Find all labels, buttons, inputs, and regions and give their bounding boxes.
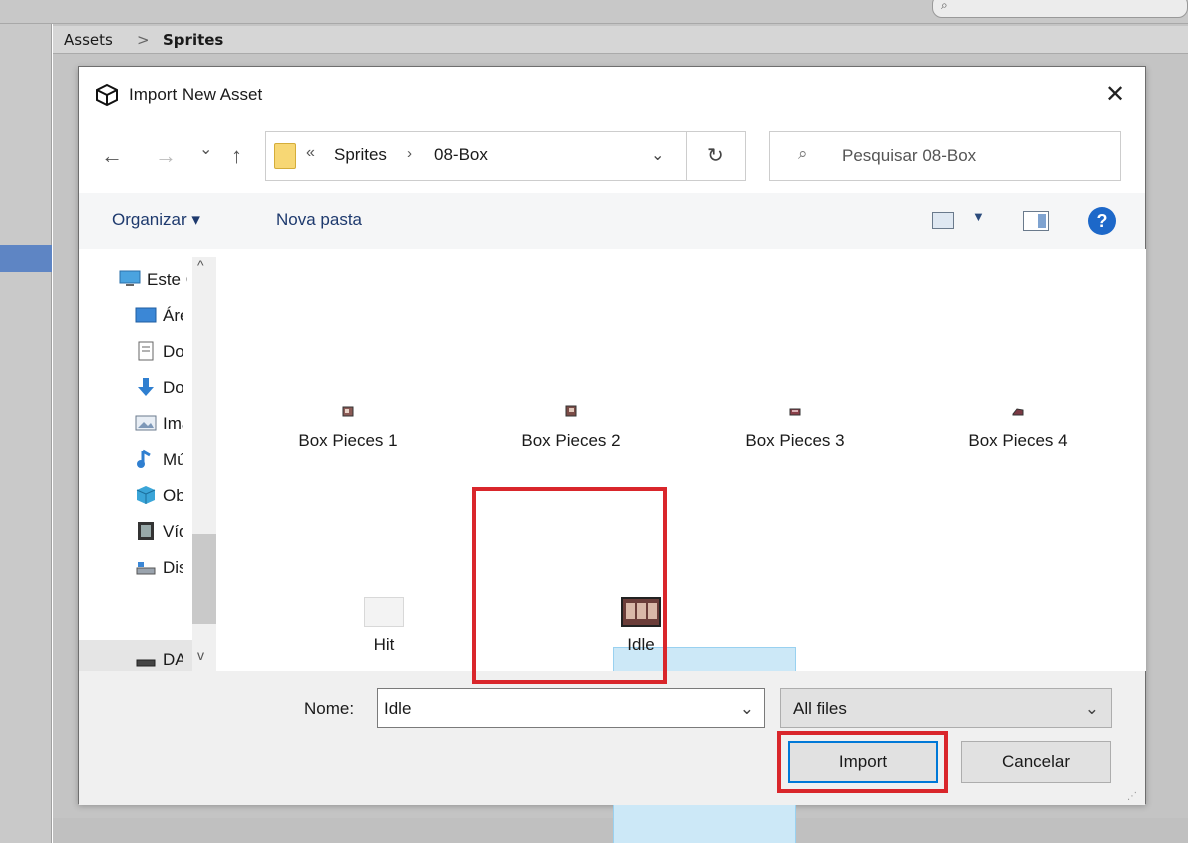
view-options-icon[interactable] — [932, 212, 954, 229]
nav-item-label: DATA — [163, 650, 183, 669]
up-icon[interactable]: ↑ — [231, 143, 242, 169]
preview-pane-icon[interactable] — [1023, 211, 1049, 231]
resize-grip-icon[interactable]: ⋰ — [1127, 791, 1137, 802]
help-icon[interactable]: ? — [1088, 207, 1116, 235]
organize-button[interactable]: Organizar ▾ — [112, 210, 200, 230]
folder-icon — [274, 143, 296, 169]
address-segment-08-box[interactable]: 08-Box — [434, 145, 488, 165]
file-item[interactable]: Box Pieces 4 — [928, 404, 1108, 451]
forward-icon[interactable]: → — [155, 143, 177, 169]
blank-file-icon — [364, 597, 404, 627]
dialog-title: Import New Asset — [129, 85, 263, 104]
music-icon — [137, 449, 151, 468]
cancel-button[interactable]: Cancelar — [961, 741, 1111, 783]
file-list: Box Pieces 1 Box Pieces 2 Box Pieces 3 B… — [220, 249, 1146, 843]
view-dropdown-icon[interactable]: ▼ — [972, 209, 985, 224]
dialog-titlebar[interactable]: Import New Asset ✕ — [79, 67, 1145, 123]
nav-item-label: Imagens — [163, 414, 183, 433]
nav-scrollbar-thumb[interactable] — [192, 534, 216, 624]
refresh-button[interactable]: ↻ — [687, 131, 746, 181]
unity-left-panel — [0, 24, 52, 843]
unity-search-field[interactable]: ⌕ — [932, 0, 1188, 18]
dialog-footer: Nome: Idle ⌄ All files ⌄ Import Cancelar… — [79, 671, 1145, 805]
file-item[interactable]: Hit — [294, 597, 474, 655]
sprite-icon — [789, 408, 801, 416]
file-name: Hit — [373, 635, 395, 654]
new-folder-button[interactable]: Nova pasta — [276, 210, 362, 230]
search-icon: ⌕ — [798, 144, 808, 163]
nav-item-pictures[interactable]: Imagens — [135, 409, 231, 439]
search-placeholder: Pesquisar 08-Box — [842, 146, 977, 165]
scroll-up-icon[interactable]: ^ — [197, 257, 204, 273]
file-item[interactable]: Box Pieces 3 — [705, 404, 885, 451]
file-name: Box Pieces 2 — [521, 431, 621, 450]
recent-locations-icon[interactable]: ⌄ — [199, 139, 212, 159]
filename-value: Idle — [384, 699, 412, 718]
drive-icon — [136, 562, 156, 575]
breadcrumb-sprites[interactable]: Sprites — [163, 31, 223, 49]
nav-item-label: Área de Trabalho — [163, 306, 183, 325]
nav-item-downloads[interactable]: Downloads — [135, 373, 231, 403]
downloads-icon — [138, 378, 154, 396]
import-dialog: Import New Asset ✕ ← → ⌄ ↑ « Sprites › 0… — [78, 66, 1146, 843]
file-name: Box Pieces 3 — [745, 431, 845, 450]
address-dropdown-icon[interactable]: ⌄ — [651, 145, 664, 165]
breadcrumb-separator: > — [137, 31, 150, 49]
chevron-down-icon: ⌄ — [1084, 699, 1099, 718]
sprite-icon — [565, 405, 577, 417]
file-item[interactable]: Box Pieces 2 — [481, 404, 661, 451]
address-overflow[interactable]: « — [306, 144, 315, 162]
file-name: Box Pieces 1 — [298, 431, 398, 450]
address-bar[interactable]: « Sprites › 08-Box ⌄ — [265, 131, 746, 181]
objects-3d-icon — [136, 486, 156, 504]
highlight-box-import — [777, 731, 948, 793]
nav-item-label: Disco Local — [163, 558, 183, 577]
nav-item-local-disk[interactable]: Disco Local — [135, 553, 231, 583]
address-segment-sprites[interactable]: Sprites — [334, 145, 387, 165]
chevron-down-icon[interactable]: ⌄ — [740, 699, 754, 719]
close-button[interactable]: ✕ — [1095, 79, 1135, 111]
nav-item-documents[interactable]: Documentos — [135, 337, 231, 367]
sprite-icon — [342, 406, 354, 417]
breadcrumb: Assets > Sprites — [53, 26, 1188, 54]
file-name: Box Pieces 4 — [968, 431, 1068, 450]
address-separator[interactable]: › — [407, 145, 412, 162]
desktop-icon — [135, 307, 157, 323]
unity-logo-icon — [96, 83, 118, 107]
filename-field[interactable]: Idle ⌄ — [377, 688, 765, 728]
search-input[interactable]: ⌕ Pesquisar 08-Box — [769, 131, 1121, 181]
nav-item-label: Músicas — [163, 450, 183, 469]
nav-item-label: Este Computador — [147, 270, 187, 289]
nav-item-videos[interactable]: Vídeos — [135, 517, 231, 547]
documents-icon — [138, 341, 154, 361]
pictures-icon — [135, 415, 157, 431]
search-icon: ⌕ — [941, 0, 948, 12]
breadcrumb-assets[interactable]: Assets — [64, 31, 113, 49]
nav-item-label: Downloads — [163, 378, 183, 397]
back-icon[interactable]: ← — [101, 143, 123, 169]
filename-label: Nome: — [304, 699, 355, 718]
file-item[interactable]: Box Pieces 1 — [258, 404, 438, 451]
nav-item-label: Vídeos — [163, 522, 183, 541]
drive-icon — [136, 659, 156, 667]
highlight-box-idle — [472, 487, 667, 684]
videos-icon — [138, 522, 154, 540]
refresh-icon: ↻ — [707, 145, 724, 167]
file-type-select[interactable]: All files ⌄ — [780, 688, 1112, 728]
sprite-icon — [1012, 408, 1024, 416]
computer-icon — [119, 270, 141, 286]
nav-item-desktop[interactable]: Área de Trabalho — [135, 301, 231, 331]
nav-item-label: Documentos — [163, 342, 183, 361]
command-toolbar: Organizar ▾ Nova pasta ▼ ? — [79, 193, 1145, 249]
unity-left-selected-row[interactable] — [0, 245, 52, 272]
nav-item-music[interactable]: Músicas — [135, 445, 231, 475]
nav-item-3d-objects[interactable]: Objetos 3D — [135, 481, 231, 511]
nav-item-label: Objetos 3D — [163, 486, 183, 505]
file-type-value: All files — [793, 699, 847, 718]
scroll-down-icon[interactable]: v — [197, 647, 204, 663]
